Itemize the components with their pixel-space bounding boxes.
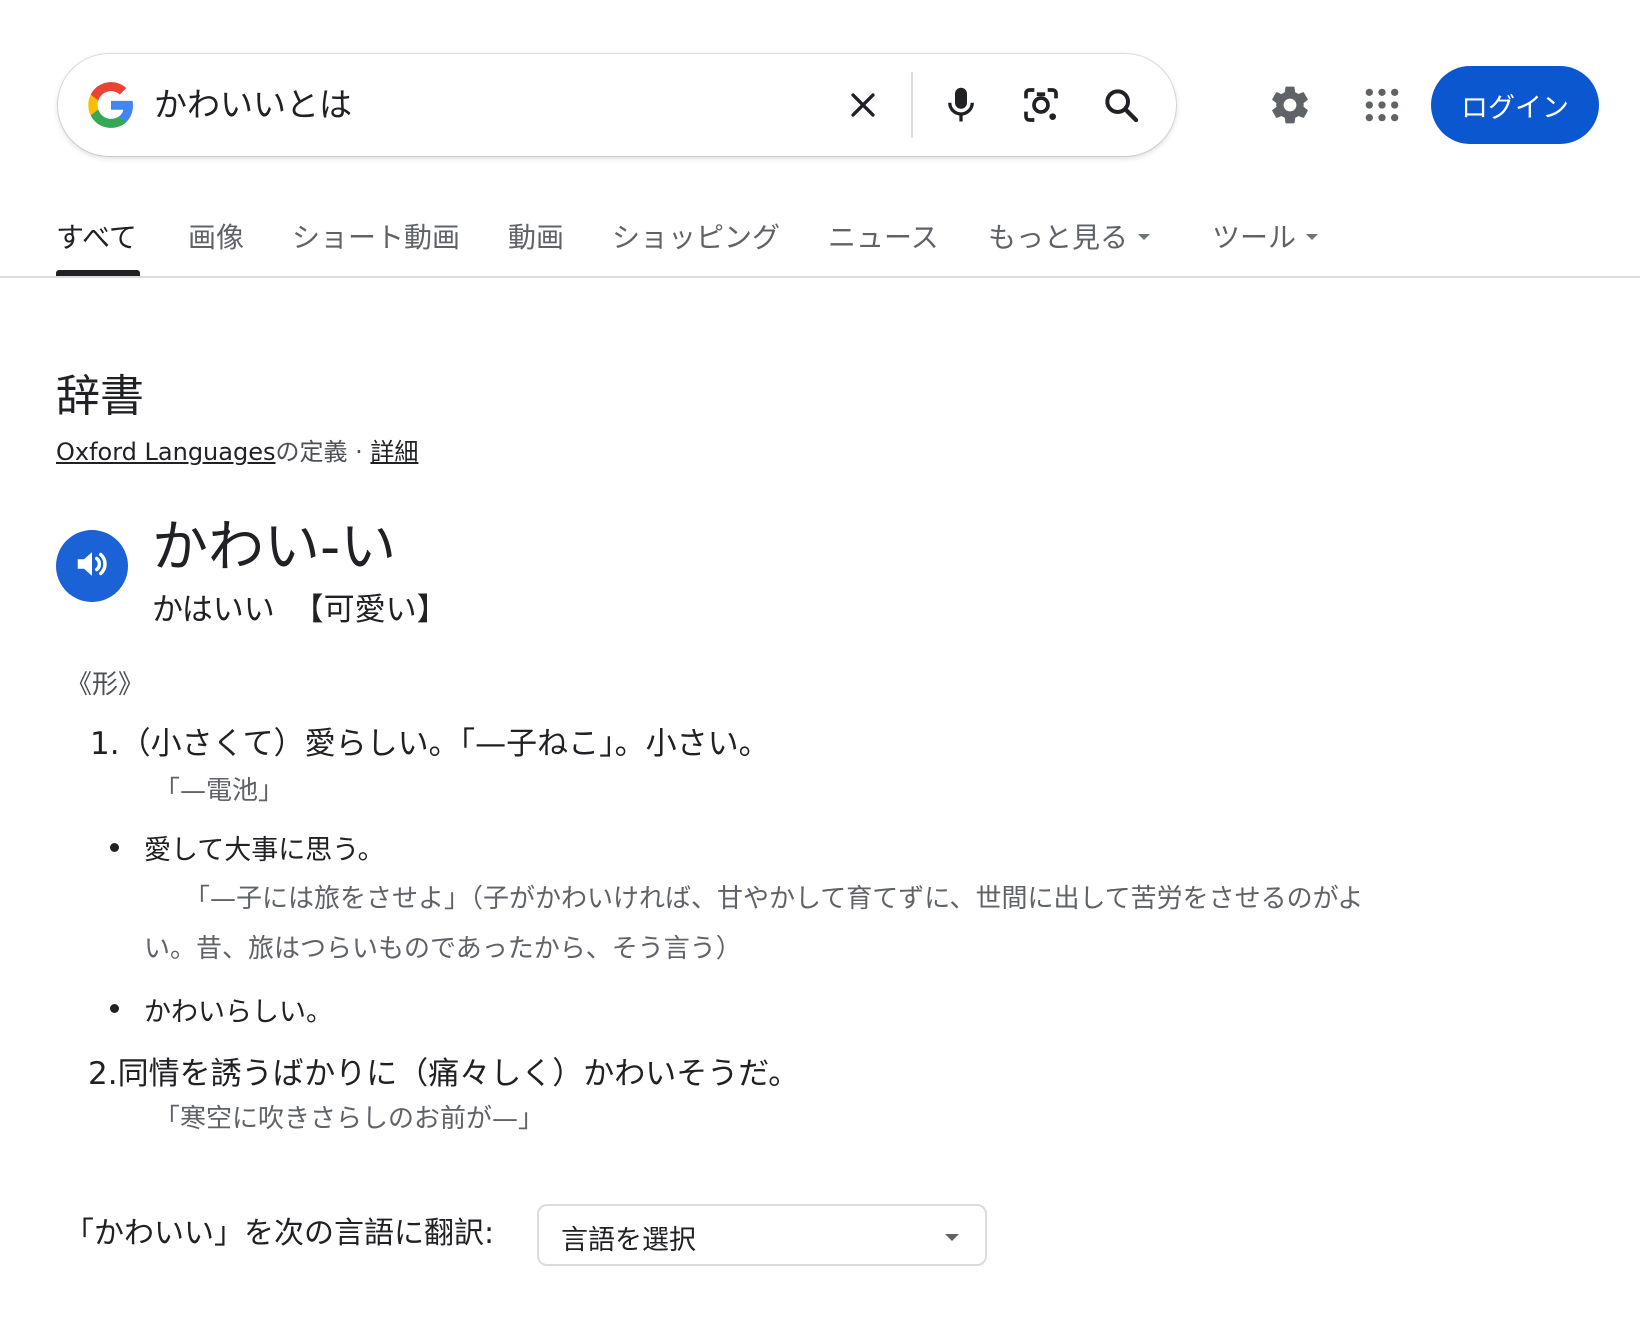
chevron-down-icon bbox=[945, 1234, 959, 1241]
tab-shopping[interactable]: ショッピング bbox=[612, 216, 780, 256]
active-tab-indicator bbox=[56, 270, 140, 276]
sense-2: 2.同情を誘うばかりに（痛々しく）かわいそうだ。 bbox=[88, 1056, 800, 1092]
search-box[interactable]: かわいいとは bbox=[58, 54, 1176, 156]
sense-1-example: 「—電池」 bbox=[154, 776, 285, 806]
sub-sense-1: 愛して大事に思う。 bbox=[144, 835, 385, 866]
search-icon[interactable] bbox=[1096, 80, 1146, 130]
sub-sense-1-example: 「—子には旅をさせよ」（子がかわいければ、甘やかして育てずに、世間に出して苦労を… bbox=[144, 884, 1364, 964]
tab-short-videos[interactable]: ショート動画 bbox=[292, 216, 460, 256]
part-of-speech: 《形》 bbox=[66, 670, 145, 700]
dictionary-title: 辞書 bbox=[56, 371, 144, 422]
language-select-value: 言語を選択 bbox=[561, 1225, 696, 1256]
details-link[interactable]: 詳細 bbox=[370, 438, 418, 466]
chevron-down-icon bbox=[1306, 234, 1319, 240]
tab-videos[interactable]: 動画 bbox=[508, 216, 564, 256]
tab-tools[interactable]: ツール bbox=[1212, 216, 1319, 256]
tab-tools-label: ツール bbox=[1212, 221, 1297, 254]
headword: かわい-い bbox=[152, 515, 397, 580]
gear-icon[interactable] bbox=[1263, 78, 1317, 132]
bullet bbox=[110, 1004, 119, 1013]
search-divider bbox=[911, 72, 913, 138]
tab-more[interactable]: もっと見る bbox=[988, 216, 1151, 256]
tab-images[interactable]: 画像 bbox=[188, 216, 244, 256]
sense-1: 1.（小さくて）愛らしい。「—子ねこ」。小さい。 bbox=[90, 726, 770, 762]
source-suffix: の定義 bbox=[275, 438, 348, 466]
login-button[interactable]: ログイン bbox=[1431, 66, 1599, 144]
apps-grid-icon[interactable] bbox=[1355, 78, 1409, 132]
lens-icon[interactable] bbox=[1016, 80, 1066, 130]
speaker-icon bbox=[73, 545, 111, 587]
sense-2-example: 「寒空に吹きさらしのお前が—」 bbox=[154, 1104, 545, 1134]
pronunciation-button[interactable] bbox=[56, 530, 128, 602]
tab-more-label: もっと見る bbox=[988, 221, 1129, 254]
tab-news[interactable]: ニュース bbox=[828, 216, 939, 256]
bullet bbox=[110, 843, 119, 852]
mic-icon[interactable] bbox=[936, 80, 986, 130]
reading: かはいい 【可愛い】 bbox=[152, 592, 448, 628]
translate-label: 「かわいい」を次の言語に翻訳: bbox=[64, 1216, 495, 1251]
source-separator: · bbox=[355, 438, 363, 466]
sub-sense-2: かわいらしい。 bbox=[144, 997, 333, 1028]
tab-all[interactable]: すべて bbox=[56, 216, 137, 256]
clear-icon[interactable] bbox=[838, 80, 888, 130]
chevron-down-icon bbox=[1138, 234, 1151, 240]
google-g-icon bbox=[86, 80, 136, 130]
search-input[interactable]: かわいいとは bbox=[154, 78, 352, 132]
language-select[interactable]: 言語を選択 bbox=[537, 1204, 987, 1266]
dictionary-source: Oxford Languagesの定義 · 詳細 bbox=[56, 432, 418, 467]
oxford-languages-link[interactable]: Oxford Languages bbox=[56, 438, 275, 466]
search-tabs: すべて 画像 ショート動画 動画 ショッピング ニュース もっと見る ツール bbox=[0, 200, 1640, 278]
